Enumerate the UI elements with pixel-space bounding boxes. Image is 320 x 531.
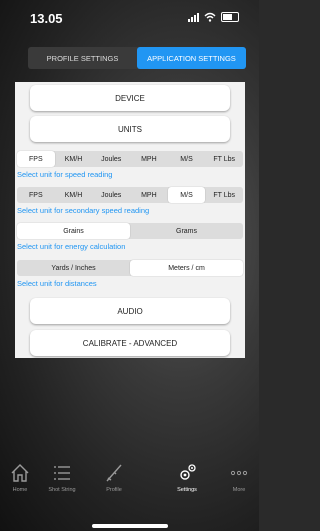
wifi-icon bbox=[204, 12, 216, 22]
speed-unit-ftlbs[interactable]: FT Lbs bbox=[205, 151, 243, 167]
device-button[interactable]: DEVICE bbox=[30, 85, 230, 111]
distance-caption: Select unit for distances bbox=[17, 279, 97, 288]
nav-label-shot-string: Shot String bbox=[48, 487, 76, 493]
nav-label-profile: Profile bbox=[106, 487, 122, 493]
secondary-unit-joules[interactable]: Joules bbox=[92, 187, 130, 203]
nav-item-profile[interactable]: Profile bbox=[94, 463, 134, 493]
settings-panel: DEVICE UNITS FPS KM/H Joules MPH M/S FT … bbox=[15, 82, 245, 358]
speed-unit-mph[interactable]: MPH bbox=[130, 151, 168, 167]
units-button[interactable]: UNITS bbox=[30, 116, 230, 142]
speed-unit-selector: FPS KM/H Joules MPH M/S FT Lbs bbox=[17, 151, 243, 167]
status-time: 13.05 bbox=[30, 11, 63, 26]
battery-icon bbox=[221, 12, 239, 22]
gears-icon bbox=[180, 464, 196, 480]
rifle-icon bbox=[106, 464, 122, 482]
nav-item-settings[interactable]: Settings bbox=[167, 463, 207, 493]
speed-unit-ms[interactable]: M/S bbox=[168, 151, 206, 167]
secondary-unit-ms[interactable]: M/S bbox=[167, 187, 206, 203]
nav-item-more[interactable]: More bbox=[219, 463, 259, 493]
tab-application-settings[interactable]: APPLICATION SETTINGS bbox=[137, 47, 246, 69]
secondary-unit-kmh[interactable]: KM/H bbox=[55, 187, 93, 203]
energy-caption: Select unit for energy calculation bbox=[17, 242, 126, 251]
energy-unit-grains[interactable]: Grains bbox=[17, 223, 130, 239]
distance-unit-selector: Yards / Inches Meters / cm bbox=[17, 260, 243, 276]
distance-unit-meters[interactable]: Meters / cm bbox=[130, 260, 243, 276]
energy-unit-grams[interactable]: Grams bbox=[130, 223, 243, 239]
nav-item-home[interactable]: Home bbox=[0, 463, 40, 493]
more-icon bbox=[230, 470, 248, 476]
signal-icon bbox=[188, 12, 199, 22]
distance-unit-yards[interactable]: Yards / Inches bbox=[17, 260, 130, 276]
status-bar: 13.05 bbox=[0, 0, 259, 36]
tab-profile-settings[interactable]: PROFILE SETTINGS bbox=[28, 47, 137, 69]
speed-unit-fps[interactable]: FPS bbox=[17, 151, 55, 167]
home-indicator bbox=[92, 524, 168, 528]
energy-unit-selector: Grains Grams bbox=[17, 223, 243, 239]
status-icons bbox=[188, 12, 239, 22]
nav-item-shot-string[interactable]: Shot String bbox=[42, 463, 82, 493]
bottom-nav: Home Shot String Profile Settings More bbox=[0, 455, 259, 515]
speed-unit-joules[interactable]: Joules bbox=[92, 151, 130, 167]
speed-caption: Select unit for speed reading bbox=[17, 170, 113, 179]
nav-label-settings: Settings bbox=[177, 487, 197, 493]
secondary-unit-mph[interactable]: MPH bbox=[130, 187, 168, 203]
nav-label-more: More bbox=[232, 487, 246, 493]
speed-unit-kmh[interactable]: KM/H bbox=[55, 151, 93, 167]
nav-label-home: Home bbox=[12, 487, 28, 493]
list-icon bbox=[54, 466, 70, 480]
secondary-unit-ftlbs[interactable]: FT Lbs bbox=[205, 187, 243, 203]
secondary-caption: Select unit for secondary speed reading bbox=[17, 206, 150, 215]
secondary-unit-fps[interactable]: FPS bbox=[17, 187, 55, 203]
settings-tabs: PROFILE SETTINGS APPLICATION SETTINGS bbox=[28, 47, 246, 69]
audio-button[interactable]: AUDIO bbox=[30, 298, 230, 324]
calibrate-advanced-button[interactable]: CALIBRATE - ADVANCED bbox=[30, 330, 230, 356]
home-icon bbox=[11, 464, 29, 482]
secondary-unit-selector: FPS KM/H Joules MPH M/S FT Lbs bbox=[17, 187, 243, 203]
